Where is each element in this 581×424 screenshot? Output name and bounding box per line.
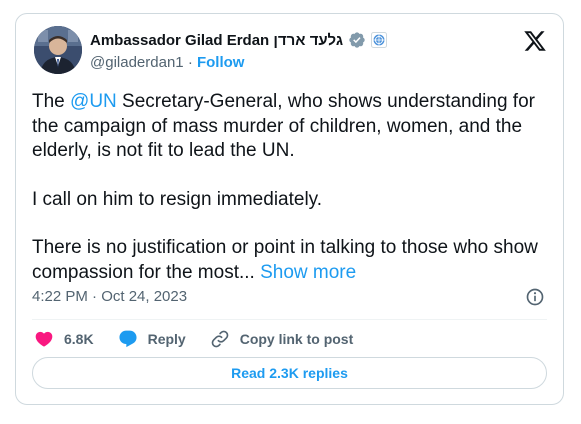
author-handle[interactable]: @giladerdan1 <box>90 54 184 71</box>
heart-icon <box>35 331 53 347</box>
tweet-paragraph-3: There is no justification or point in ta… <box>32 236 552 285</box>
action-bar: 6.8K Reply Copy link to post <box>34 328 377 350</box>
avatar-photo <box>34 26 82 74</box>
copy-link-button[interactable]: Copy link to post <box>210 329 354 349</box>
divider <box>32 319 547 320</box>
tweet-text: The @UN Secretary-General, who shows und… <box>32 90 552 309</box>
handle-separator: · <box>187 54 193 71</box>
tweet-card: Ambassador Gilad Erdan גלעד ארדן @gilade… <box>15 13 564 405</box>
reply-bubble-icon <box>119 330 137 348</box>
like-button[interactable]: 6.8K <box>34 329 94 349</box>
follow-button[interactable]: Follow <box>197 54 245 71</box>
mention-link[interactable]: @UN <box>70 91 117 112</box>
paragraph-1-start: The <box>32 91 71 112</box>
author-handle-row: @giladerdan1 · Follow <box>90 54 244 71</box>
verified-badge-icon[interactable] <box>348 31 366 49</box>
likes-count: 6.8K <box>64 331 94 347</box>
read-replies-button[interactable]: Read 2.3K replies <box>32 357 547 389</box>
tweet-timestamp[interactable]: 4:22 PM · Oct 24, 2023 <box>32 288 187 305</box>
copy-link-label: Copy link to post <box>239 331 354 347</box>
info-icon[interactable] <box>525 287 545 307</box>
x-logo-icon[interactable] <box>523 29 547 53</box>
un-affiliation-icon[interactable] <box>371 32 388 48</box>
tweet-paragraph-2: I call on him to resign immediately. <box>32 188 323 210</box>
avatar[interactable] <box>34 26 82 74</box>
tweet-paragraph-1: The @UN Secretary-General, who shows und… <box>32 90 552 164</box>
author-name[interactable]: Ambassador Gilad Erdan גלעד ארדן <box>90 32 343 49</box>
show-more-link[interactable]: Show more <box>260 262 356 283</box>
reply-label: Reply <box>147 331 186 347</box>
author-name-row: Ambassador Gilad Erdan גלעד ארדן <box>90 31 388 49</box>
reply-button[interactable]: Reply <box>118 329 186 349</box>
link-icon <box>211 330 229 348</box>
